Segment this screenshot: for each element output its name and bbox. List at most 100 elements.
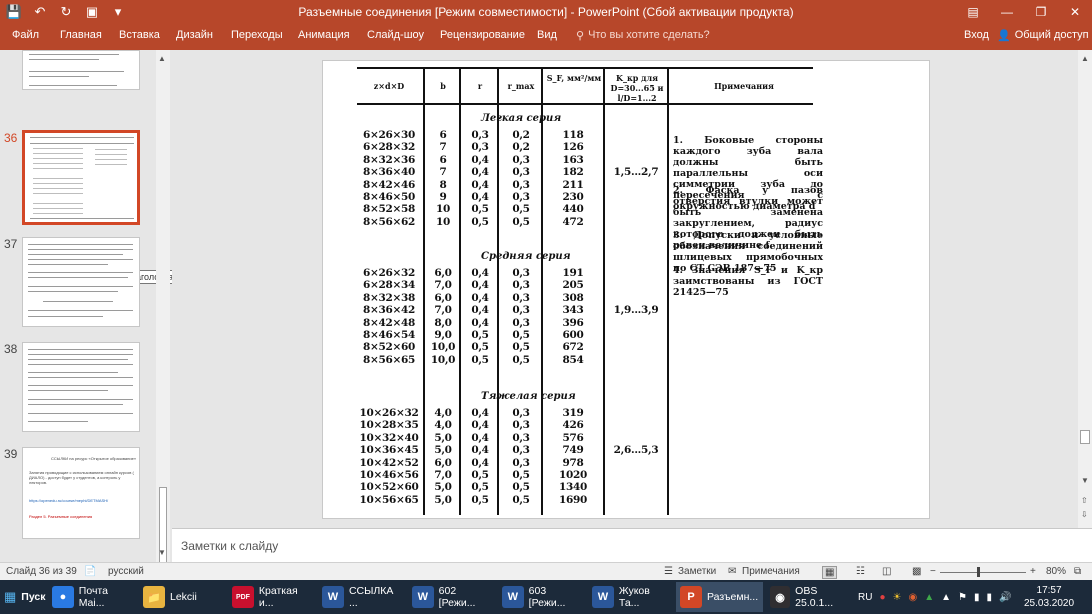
table-cell: 0,5 [512,341,530,354]
scrollbar-thumb[interactable] [1080,430,1090,444]
zoom-slider-knob[interactable] [977,567,980,577]
taskbar-item[interactable]: ◉ OBS 25.0.1... [766,582,853,612]
share-label: Общий доступ [1014,29,1089,41]
kkr-range: 1,5...2,7 [613,166,659,179]
zoom-in-icon[interactable]: + [1030,566,1036,577]
fit-slide-icon[interactable]: ⧉ [1074,566,1081,577]
table-cell: 118 [562,129,584,141]
slide-thumbnail-36[interactable] [22,130,140,225]
word-icon: W [412,586,434,608]
next-slide-icon[interactable]: ⇩ [1081,510,1088,519]
language-indicator[interactable]: русский [108,566,144,577]
close-icon[interactable]: ✕ [1058,0,1092,24]
table-cell: 0,3 [512,456,530,469]
shield-icon[interactable]: ▲ [924,592,934,603]
table-cell: 1690 [558,493,588,506]
taskbar-item[interactable]: PDF Краткая и... [228,582,315,612]
table-header-cell: S_F, мм²/мм [546,73,602,83]
notes-toggle-icon[interactable]: ☰ [664,566,673,577]
table-cell: 8×56×65 [362,353,416,366]
slide-thumbnail-38[interactable] [22,342,140,432]
thumbnail-scrollbar[interactable]: ▲ ▼ [156,50,170,591]
series-title: Тяжелая серия [481,391,576,402]
minimize-icon[interactable]: — [990,0,1024,24]
scroll-up-icon[interactable]: ▲ [1081,54,1089,63]
table-cell: 0,3 [512,166,530,179]
tab-animation[interactable]: Анимация [298,29,350,41]
table-cell: 6 [439,153,447,166]
taskbar-item[interactable]: W Жуков Та... [588,582,673,612]
table-cell: 8×46×54 [362,329,416,341]
antivirus-icon[interactable]: ● [879,592,885,603]
taskbar-item[interactable]: P Разъемн... [676,582,763,612]
flag-icon[interactable]: ⚑ [958,592,967,603]
spellcheck-icon[interactable]: 📄 [84,566,96,577]
table-cell: 10,0 [430,341,456,354]
reading-view-icon[interactable]: ◫ [882,566,891,577]
slide-thumbnail-35[interactable] [22,50,140,90]
notes-pane[interactable]: Заметки к слайду [172,528,1092,562]
taskbar: ▦ Пуск ● Почта Mai... 📁 Lekcii PDF Краткая и.… [0,580,1092,614]
taskbar-item[interactable]: W ССЫЛКА ... [318,582,405,612]
table-cell: 7,0 [434,304,452,317]
tab-transitions[interactable]: Переходы [231,29,283,41]
tab-slideshow[interactable]: Слайд-шоу [367,29,424,41]
slide-sorter-icon[interactable]: ☷ [856,566,865,577]
series-title: Средняя серия [481,251,571,262]
scroll-up-icon[interactable]: ▲ [158,54,166,63]
tab-view[interactable]: Вид [537,29,557,41]
input-language[interactable]: RU [858,592,872,603]
slide-counter: Слайд 36 из 39 [6,566,77,577]
windows-logo-icon: ▦ [4,589,17,604]
comments-toggle[interactable]: Примечания [742,566,800,577]
taskbar-item[interactable]: W 603 [Режи... [498,582,585,612]
tab-insert[interactable]: Вставка [119,29,160,41]
scroll-down-icon[interactable]: ▼ [1081,476,1089,485]
taskbar-item[interactable]: ● Почта Mai... [48,582,136,612]
scroll-down-icon[interactable]: ▼ [158,548,166,557]
table-cell: 978 [562,456,584,469]
network-icon[interactable]: ▮ [987,592,993,603]
battery-icon[interactable]: ▮ [974,592,980,603]
sign-in-link[interactable]: Вход [964,29,989,41]
editor-scrollbar[interactable]: ▲ ▼ ⇧ ⇩ [1078,50,1092,528]
normal-view-icon[interactable]: ▦ [822,566,838,579]
weather-icon[interactable]: ☀ [893,592,902,603]
share-button[interactable]: 👤 Общий доступ [997,29,1089,42]
tell-me-box[interactable]: ⚲ Что вы хотите сделать? [576,29,710,42]
slide-thumbnail-39[interactable]: ССЫЛКИ на ресурс «Открытое образование» … [22,447,140,539]
table-header-cell: Примечания [714,81,774,91]
volume-icon[interactable]: 🔊 [999,592,1011,603]
clock[interactable]: 17:57 25.03.2020 [1024,584,1074,610]
tab-file[interactable]: Файл [12,29,39,41]
taskbar-item[interactable]: 📁 Lekcii [139,582,225,612]
taskbar-item-label: Жуков Та... [618,585,650,609]
zoom-level[interactable]: 80% [1046,566,1066,577]
taskbar-item[interactable]: W 602 [Режи... [408,582,495,612]
tab-design[interactable]: Дизайн [176,29,213,41]
zoom-out-icon[interactable]: − [930,566,936,577]
taskbar-item-label: Разъемн... [707,591,759,603]
notes-toggle[interactable]: Заметки [678,566,716,577]
restore-icon[interactable]: ❐ [1024,0,1058,24]
table-cell: 5,0 [434,431,452,444]
zoom-slider[interactable] [940,572,1026,573]
comments-icon[interactable]: ✉ [728,566,736,577]
table-cell: 0,3 [471,141,489,154]
table-cell: 0,4 [471,407,489,419]
tab-home[interactable]: Главная [60,29,102,41]
slide-editor: z×d×D b r r_max S_F, мм²/мм K_кр для D=30...6… [172,50,1078,528]
table-cell: 6×26×32 [362,267,416,279]
app-tray-icon[interactable]: ◉ [908,592,917,603]
previous-slide-icon[interactable]: ⇧ [1081,496,1088,505]
tab-review[interactable]: Рецензирование [440,29,525,41]
slide-thumbnail-37[interactable] [22,237,140,327]
slideshow-view-icon[interactable]: ▩ [912,566,921,577]
table-cell: 0,2 [512,141,530,154]
slide-canvas[interactable]: z×d×D b r r_max S_F, мм²/мм K_кр для D=30...6… [322,60,930,519]
chevron-up-icon[interactable]: ▲ [941,592,951,603]
start-button[interactable]: ▦ Пуск [0,582,46,612]
ribbon-display-options-icon[interactable]: ▤ [956,0,990,24]
folder-icon: 📁 [143,586,165,608]
table-cell: 4,0 [434,407,452,419]
